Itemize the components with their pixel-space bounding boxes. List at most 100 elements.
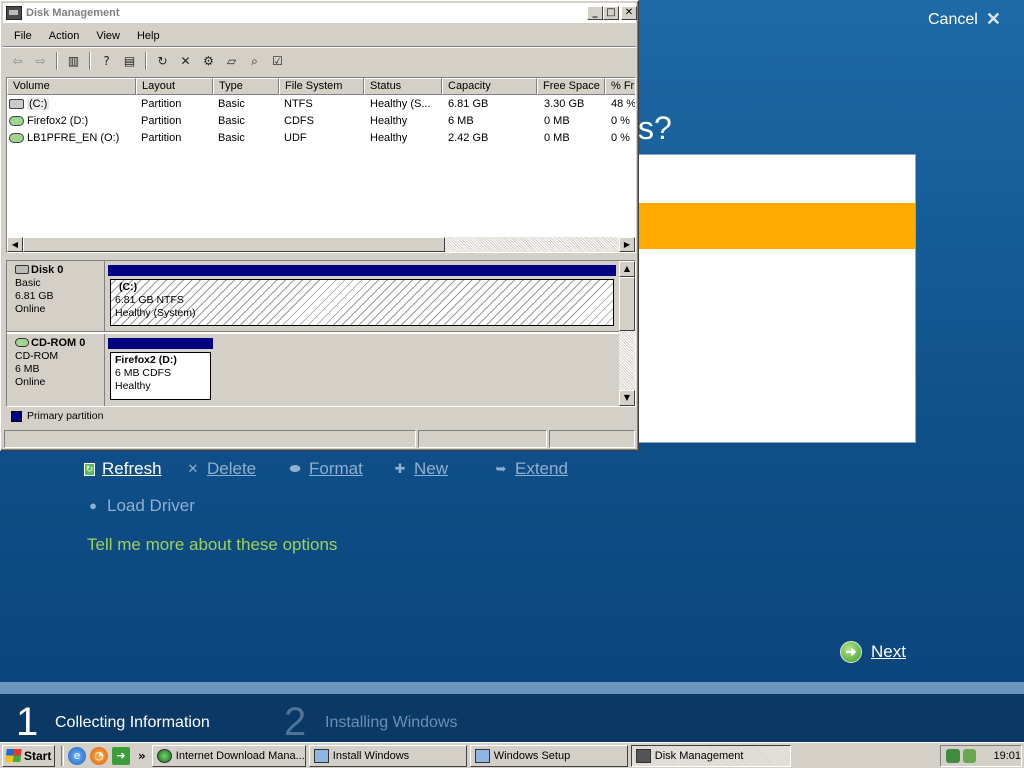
- task-install-windows[interactable]: Install Windows: [308, 744, 467, 767]
- column-header[interactable]: File System: [279, 78, 364, 95]
- column-header[interactable]: Layout: [136, 78, 213, 95]
- step-label: Installing Windows: [325, 714, 458, 731]
- horizontal-scrollbar[interactable]: ◀ ▶: [7, 237, 635, 252]
- show-hide-tree-icon[interactable]: ▥: [63, 52, 84, 71]
- page-heading: s?: [638, 110, 672, 146]
- status-pane: [549, 430, 635, 448]
- security-icon[interactable]: [962, 749, 977, 763]
- column-header[interactable]: % Fr: [605, 78, 635, 95]
- format-icon: ⬬: [289, 461, 301, 476]
- disk-row[interactable]: Disk 0 Basic 6.81 GB Online (C:) 6.81 GB…: [7, 261, 619, 332]
- cancel-button[interactable]: Cancel ✕: [928, 9, 1001, 30]
- new-button[interactable]: ✚ New: [393, 459, 448, 479]
- volume-row[interactable]: Firefox2 (D:) Partition Basic CDFS Healt…: [7, 113, 635, 130]
- check-disk-icon[interactable]: ☑: [267, 52, 288, 71]
- window-title: Disk Management: [26, 7, 120, 19]
- partition-list[interactable]: [636, 154, 916, 443]
- scroll-down-icon[interactable]: ▼: [619, 390, 635, 406]
- partition-d[interactable]: Firefox2 (D:) 6 MB CDFS Healthy: [108, 338, 213, 402]
- menu-help[interactable]: Help: [126, 30, 166, 42]
- scrollbar-thumb[interactable]: [23, 237, 445, 252]
- column-header[interactable]: Type: [213, 78, 279, 95]
- close-button[interactable]: ✕: [621, 6, 637, 20]
- disk-kind: Basic: [15, 277, 41, 289]
- volume-row[interactable]: LB1PFRE_EN (O:) Partition Basic UDF Heal…: [7, 130, 635, 147]
- format-button[interactable]: ⬬ Format: [288, 459, 362, 479]
- volume-capacity: 6 MB: [448, 115, 474, 127]
- refresh-button[interactable]: ↻ Refresh: [84, 459, 162, 479]
- extend-button[interactable]: ➥ Extend: [494, 459, 568, 479]
- cd-drive-icon: [15, 338, 29, 347]
- properties-icon[interactable]: ▤: [119, 52, 140, 71]
- load-driver-icon: ●: [89, 498, 97, 513]
- column-header[interactable]: Status: [364, 78, 442, 95]
- partition-status: Healthy (System): [115, 307, 196, 319]
- settings-icon[interactable]: ⚙: [198, 52, 219, 71]
- volume-free-space: 0 MB: [544, 132, 570, 144]
- clock[interactable]: 19:01: [993, 750, 1021, 762]
- refresh-label: Refresh: [102, 459, 162, 478]
- column-header[interactable]: Capacity: [442, 78, 537, 95]
- refresh-icon[interactable]: ↻: [152, 52, 173, 71]
- forward-icon[interactable]: ⇨: [30, 52, 51, 71]
- help-icon[interactable]: ?: [96, 52, 117, 71]
- step-label-current: Collecting Information: [55, 714, 210, 731]
- menu-action[interactable]: Action: [38, 30, 86, 42]
- quick-launch-more-icon[interactable]: »: [138, 749, 146, 763]
- partition-c[interactable]: (C:) 6.81 GB NTFS Healthy (System): [108, 265, 616, 328]
- primary-partition-bar: [108, 338, 213, 349]
- partition-status: Healthy: [115, 380, 151, 392]
- task-label: Install Windows: [332, 749, 410, 762]
- back-icon[interactable]: ⇦: [7, 52, 28, 71]
- volume-percent-free: 0 %: [611, 115, 630, 127]
- disk-name: Disk 0: [31, 264, 64, 276]
- tell-me-more-link[interactable]: Tell me more about these options: [87, 535, 337, 555]
- disk-layout-view[interactable]: Disk 0 Basic 6.81 GB Online (C:) 6.81 GB…: [6, 260, 636, 407]
- status-bar: [4, 430, 636, 449]
- menu-view[interactable]: View: [85, 30, 126, 42]
- column-header[interactable]: Free Space: [537, 78, 605, 95]
- scroll-left-icon[interactable]: ◀: [7, 237, 23, 252]
- network-icon[interactable]: [946, 749, 960, 763]
- volume-row[interactable]: (C:) Partition Basic NTFS Healthy (S... …: [7, 96, 635, 113]
- title-bar[interactable]: Disk Management _ □ ✕: [3, 3, 637, 23]
- disk-info[interactable]: Disk 0 Basic 6.81 GB Online: [7, 261, 105, 331]
- selected-partition-row[interactable]: [637, 203, 915, 249]
- toolbar: ⇦ ⇨ ▥ ? ▤ ↻ ✕ ⚙ ▱ ⌕ ☑: [3, 49, 636, 73]
- refresh-icon: ↻: [84, 462, 95, 476]
- taskbar: Start e ◔ ➜ » Internet Download Mana... …: [0, 742, 1024, 768]
- disk-size: 6.81 GB: [15, 290, 54, 302]
- delete-icon[interactable]: ✕: [175, 52, 196, 71]
- scrollbar-thumb[interactable]: [619, 277, 635, 331]
- internet-explorer-icon[interactable]: e: [68, 746, 86, 765]
- hard-disk-icon: [15, 265, 29, 274]
- menu-file[interactable]: File: [3, 30, 38, 42]
- load-driver-button[interactable]: ● Load Driver: [86, 496, 195, 516]
- minimize-button[interactable]: _: [587, 6, 603, 20]
- disk-management-window[interactable]: Disk Management _ □ ✕ File Action View H…: [0, 0, 639, 451]
- plus-icon: ✚: [394, 461, 406, 476]
- open-folder-icon[interactable]: ▱: [221, 52, 242, 71]
- maximize-button[interactable]: □: [603, 6, 619, 20]
- task-windows-setup[interactable]: Windows Setup: [469, 744, 628, 767]
- delete-button[interactable]: ✕ Delete: [186, 459, 257, 479]
- volume-filesystem: NTFS: [284, 98, 313, 110]
- green-arrow-icon[interactable]: ➜: [112, 746, 130, 765]
- task-internet-download-manager[interactable]: Internet Download Mana...: [151, 744, 306, 767]
- column-header[interactable]: Volume: [7, 78, 136, 95]
- disk-info[interactable]: CD-ROM 0 CD-ROM 6 MB Online: [7, 334, 105, 406]
- vertical-scrollbar[interactable]: ▲ ▼: [619, 261, 635, 406]
- search-icon[interactable]: ⌕: [244, 52, 265, 71]
- start-button[interactable]: Start: [2, 744, 55, 767]
- volume-capacity: 2.42 GB: [448, 132, 489, 144]
- next-button[interactable]: ➜ Next: [840, 641, 906, 663]
- arrow-right-icon: ➜: [840, 641, 862, 663]
- system-tray: 19:01: [940, 745, 1022, 767]
- scroll-up-icon[interactable]: ▲: [619, 261, 635, 277]
- task-disk-management[interactable]: Disk Management: [630, 744, 791, 767]
- disk-state: Online: [15, 303, 46, 315]
- disk-row[interactable]: CD-ROM 0 CD-ROM 6 MB Online Firefox2 (D:…: [7, 334, 619, 406]
- volume-list[interactable]: Volume Layout Type File System Status Ca…: [6, 77, 636, 253]
- firefox-icon[interactable]: ◔: [90, 746, 108, 765]
- scroll-right-icon[interactable]: ▶: [619, 237, 635, 252]
